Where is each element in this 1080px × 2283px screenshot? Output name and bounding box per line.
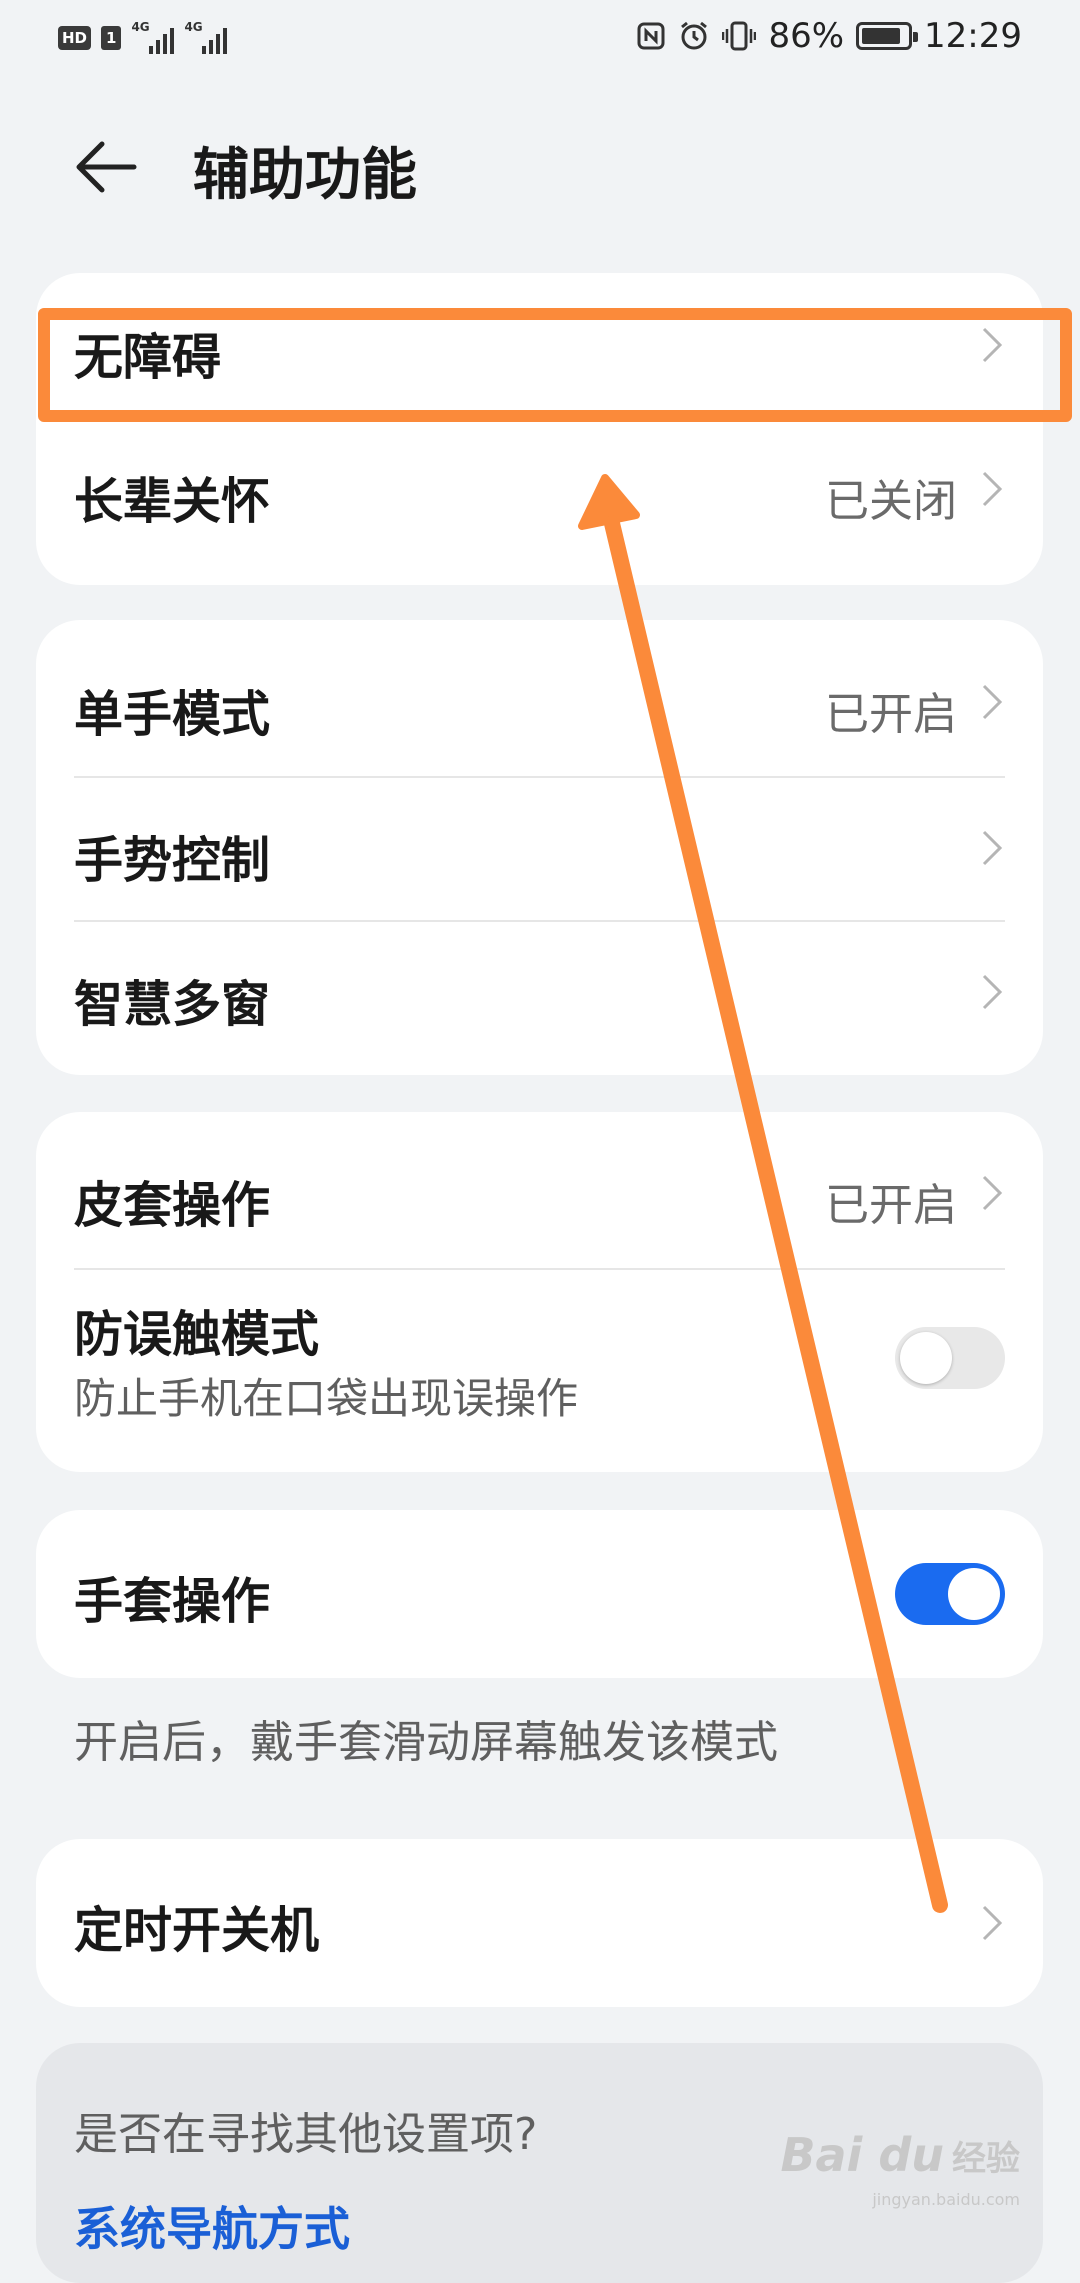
toggle-knob [900, 1332, 952, 1384]
settings-card-5: 定时开关机 [36, 1839, 1043, 2007]
chevron-right-icon [982, 1905, 1003, 1941]
find-more-question: 是否在寻找其他设置项? [74, 2109, 538, 2160]
settings-item-label: 单手模式 [74, 686, 271, 743]
watermark-sub: 经验 [952, 2138, 1020, 2179]
alarm-icon [681, 21, 708, 50]
chevron-right-icon [982, 1175, 1003, 1211]
settings-item-description: 防止手机在口袋出现误操作 [74, 1374, 579, 1423]
chevron-right-icon [982, 684, 1003, 720]
hd-badge: HD [58, 26, 92, 50]
settings-item-glove-mode: 手套操作 [36, 1510, 1043, 1678]
page-title: 辅助功能 [193, 143, 417, 208]
chevron-right-icon [982, 471, 1003, 507]
back-arrow-icon[interactable] [74, 140, 138, 194]
vibrate-icon [722, 21, 757, 51]
settings-item-smart-multi-window[interactable]: 智慧多窗 [36, 922, 1043, 1075]
battery-percent: 86% [768, 16, 845, 56]
watermark: Bai du 经验 jingyan.baidu.com [780, 2128, 1020, 2209]
toggle-knob [948, 1568, 1000, 1620]
signal-icon-2: 4G [184, 20, 228, 54]
system-navigation-link[interactable]: 系统导航方式 [74, 2193, 350, 2259]
settings-item-elderly-care[interactable]: 长辈关怀 已关闭 [36, 417, 1043, 585]
glove-mode-toggle[interactable] [895, 1563, 1005, 1625]
status-left: HD 1 4G 4G [58, 20, 228, 54]
settings-item-label: 皮套操作 [74, 1177, 271, 1234]
watermark-brand: Bai du [780, 2128, 944, 2182]
settings-item-label: 手套操作 [74, 1573, 271, 1630]
settings-item-one-handed-mode[interactable]: 单手模式 已开启 [36, 620, 1043, 777]
chevron-right-icon [982, 974, 1003, 1010]
settings-item-cover-operation[interactable]: 皮套操作 已开启 [36, 1112, 1043, 1268]
battery-icon [856, 22, 919, 50]
network-type-label: 4G [131, 20, 150, 34]
network-type-label-2: 4G [184, 20, 203, 34]
highlight-box [38, 308, 1072, 422]
accidental-touch-toggle[interactable] [895, 1327, 1005, 1389]
settings-item-label: 智慧多窗 [74, 976, 271, 1033]
glove-mode-hint: 开启后，戴手套滑动屏幕触发该模式 [74, 1717, 778, 1768]
settings-item-scheduled-power[interactable]: 定时开关机 [36, 1839, 1043, 2007]
chevron-right-icon [982, 830, 1003, 866]
clock: 12:29 [924, 16, 1022, 56]
settings-item-label: 长辈关怀 [74, 473, 271, 530]
status-bar: HD 1 4G 4G 86% 12:29 [0, 0, 1080, 80]
settings-item-label: 手势控制 [74, 832, 271, 889]
status-right: 86% 12:29 [636, 16, 1022, 56]
nfc-icon [637, 22, 665, 50]
watermark-url: jingyan.baidu.com [872, 2190, 1020, 2209]
settings-item-value: 已关闭 [825, 476, 957, 527]
settings-item-label: 防误触模式 [74, 1306, 320, 1363]
settings-card-2: 单手模式 已开启 手势控制 智慧多窗 [36, 620, 1043, 1075]
settings-item-label: 定时开关机 [74, 1902, 320, 1959]
settings-item-accidental-touch: 防误触模式 防止手机在口袋出现误操作 [36, 1270, 1043, 1472]
sim-badge: 1 [101, 26, 122, 50]
settings-card-4: 手套操作 [36, 1510, 1043, 1678]
signal-icon: 4G [131, 20, 175, 54]
settings-item-gesture-control[interactable]: 手势控制 [36, 778, 1043, 921]
settings-item-value: 已开启 [825, 1180, 957, 1231]
settings-item-value: 已开启 [825, 689, 957, 740]
settings-card-3: 皮套操作 已开启 防误触模式 防止手机在口袋出现误操作 [36, 1112, 1043, 1472]
